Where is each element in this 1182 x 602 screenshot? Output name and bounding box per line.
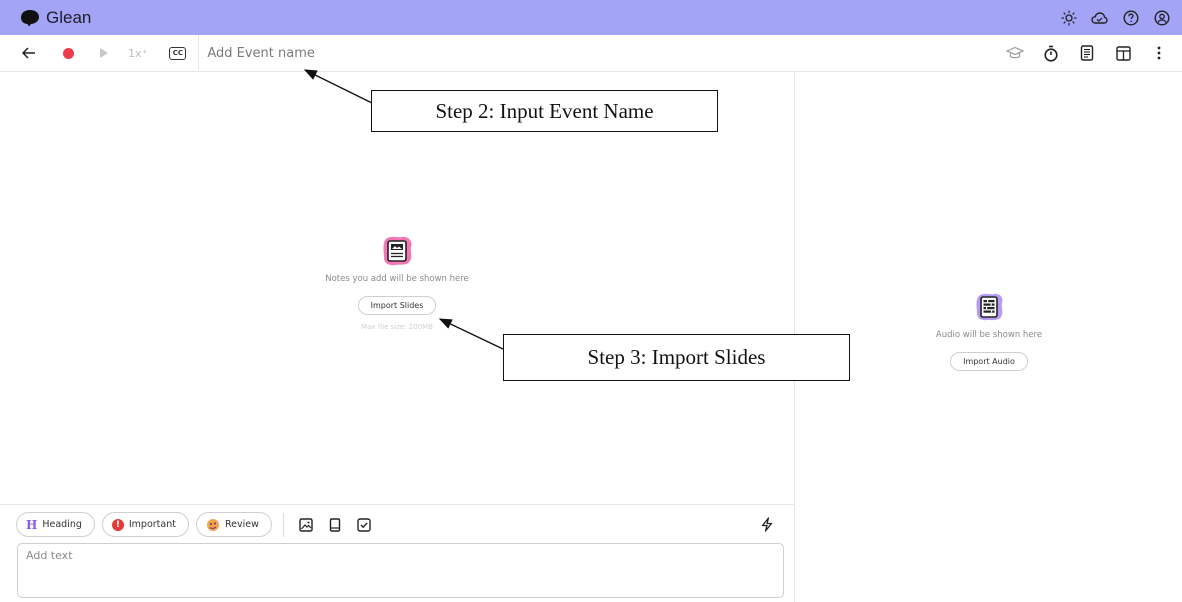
layout-icon[interactable]: [1114, 44, 1132, 62]
tablet-icon[interactable]: [328, 517, 343, 532]
review-icon: [206, 518, 219, 531]
audio-empty-state: Audio will be shown here Import Audio: [795, 290, 1182, 371]
image-icon[interactable]: [299, 517, 314, 532]
app-header: Glean: [0, 0, 1182, 35]
max-file-size-text: Max file size: 200MB: [361, 323, 433, 331]
important-icon: !: [111, 518, 124, 531]
important-tag-label: Important: [128, 519, 176, 530]
help-icon[interactable]: [1122, 9, 1139, 26]
slides-document-icon: [383, 236, 412, 266]
step3-callout: Step 3: Import Slides: [503, 334, 850, 381]
graduation-cap-icon[interactable]: [1006, 44, 1024, 62]
record-button[interactable]: [63, 47, 74, 59]
bolt-icon[interactable]: [759, 517, 774, 532]
glean-logo-icon: [21, 9, 39, 26]
audio-empty-text: Audio will be shown here: [935, 330, 1043, 340]
brand: Glean: [20, 8, 91, 28]
playback-speed[interactable]: 1x⁺: [128, 47, 147, 60]
audio-pane: Audio will be shown here Import Audio: [794, 72, 1182, 602]
account-icon[interactable]: [1153, 9, 1170, 26]
step2-callout: Step 2: Input Event Name: [371, 90, 718, 132]
composer-divider: [282, 512, 284, 537]
review-tag-button[interactable]: Review: [195, 512, 272, 537]
note-text-input[interactable]: [17, 543, 784, 598]
play-icon[interactable]: [100, 48, 108, 58]
heading-tag-label: Heading: [42, 519, 82, 530]
notes-empty-state: Notes you add will be shown here Import …: [0, 234, 794, 331]
import-audio-button[interactable]: Import Audio: [950, 352, 1028, 371]
heading-icon: H: [26, 517, 38, 532]
event-name-input[interactable]: [207, 41, 628, 65]
import-slides-button[interactable]: Import Slides: [357, 296, 437, 315]
back-arrow-icon[interactable]: [18, 35, 40, 71]
recording-toolbar: 1x⁺ CC: [0, 34, 1182, 72]
toolbar-divider: [198, 34, 200, 72]
note-composer: H Heading ! Important Review: [0, 504, 794, 602]
audio-transcript-icon: [976, 293, 1003, 321]
notes-empty-text: Notes you add will be shown here: [325, 274, 469, 284]
sun-icon[interactable]: [1060, 9, 1077, 26]
cloud-icon[interactable]: [1091, 9, 1108, 26]
timer-icon[interactable]: [1042, 44, 1060, 62]
checkbox-icon[interactable]: [357, 517, 372, 532]
heading-tag-button[interactable]: H Heading: [16, 512, 95, 537]
more-vertical-icon[interactable]: [1150, 44, 1168, 62]
review-tag-label: Review: [224, 519, 259, 530]
brand-name: Glean: [46, 7, 92, 27]
captions-icon[interactable]: CC: [169, 46, 187, 60]
important-tag-button[interactable]: ! Important: [101, 512, 189, 537]
document-icon[interactable]: [1078, 44, 1096, 62]
